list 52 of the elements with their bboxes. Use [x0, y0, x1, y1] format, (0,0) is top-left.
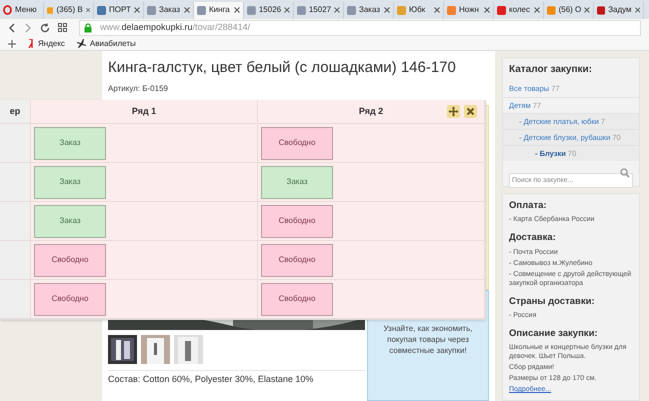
seat-button[interactable]: Свободно	[34, 244, 106, 276]
airplane-icon	[76, 39, 86, 48]
close-icon[interactable]	[534, 7, 540, 14]
seat-button[interactable]: Свободно	[34, 282, 106, 316]
reload-icon[interactable]	[40, 22, 50, 33]
column-header: Ряд 1	[31, 100, 258, 123]
seat-button[interactable]: Заказ	[34, 204, 106, 238]
section-heading: Описание закупки:	[509, 326, 599, 341]
thumbnail[interactable]	[174, 335, 203, 364]
bookmark[interactable]: Яндекс	[28, 38, 65, 50]
bookmark[interactable]: Авиабилеты	[76, 38, 136, 50]
seat-button[interactable]: Свободно	[261, 126, 333, 160]
close-icon[interactable]	[384, 7, 390, 14]
seat-button[interactable]: Свободно	[261, 282, 333, 316]
column-header: ер	[0, 100, 31, 123]
close-icon[interactable]	[484, 7, 490, 14]
thumbnail[interactable]	[108, 335, 137, 364]
opera-logo-icon	[3, 5, 12, 16]
close-icon[interactable]	[284, 7, 290, 14]
seat-button[interactable]: Заказ	[34, 166, 106, 198]
close-icon[interactable]	[184, 7, 190, 14]
close-icon[interactable]	[234, 7, 240, 14]
seat-button[interactable]: Свободно	[261, 244, 333, 276]
seat-button[interactable]: Заказ	[34, 126, 106, 160]
close-icon[interactable]	[334, 7, 340, 14]
browser-tab[interactable]: Кинга	[194, 2, 244, 19]
promo-text: Узнайте, как экономить, покупая товары через совместные закупки!	[382, 323, 474, 356]
seat-button[interactable]: Заказ	[261, 166, 333, 198]
section-heading: Страны доставки:	[509, 294, 596, 308]
address-bar[interactable]: www.delaempokupki.ru/tovar/288414/	[79, 20, 641, 36]
back-icon[interactable]	[8, 22, 16, 33]
close-icon[interactable]	[434, 7, 440, 14]
close-icon[interactable]	[464, 105, 477, 118]
section-heading: Оплата:	[509, 199, 548, 213]
yandex-icon	[28, 39, 34, 48]
move-icon[interactable]	[447, 105, 460, 118]
close-icon[interactable]	[86, 7, 90, 14]
thumbnail[interactable]	[141, 335, 170, 364]
composition-text: Состав: Cotton 60%, Polyester 30%, Elastane 10%	[108, 373, 314, 386]
search-icon[interactable]	[620, 168, 630, 178]
sku-text: Артикул: Б-0159	[108, 83, 169, 95]
close-icon[interactable]	[584, 7, 590, 14]
catalog-title: Каталог закупки:	[508, 63, 594, 77]
url-text: www.delaempokupki.ru/tovar/288414/	[100, 21, 250, 34]
section-heading: Доставка:	[509, 231, 557, 246]
seat-button[interactable]: Свободно	[261, 204, 333, 238]
close-icon[interactable]	[634, 7, 640, 14]
product-title: Кинга-галстук, цвет белый (с лошадками) 146-170	[108, 59, 457, 77]
grid-icon[interactable]	[58, 23, 67, 32]
close-icon[interactable]	[134, 7, 140, 14]
lock-icon	[84, 22, 92, 33]
add-icon[interactable]	[8, 40, 16, 48]
